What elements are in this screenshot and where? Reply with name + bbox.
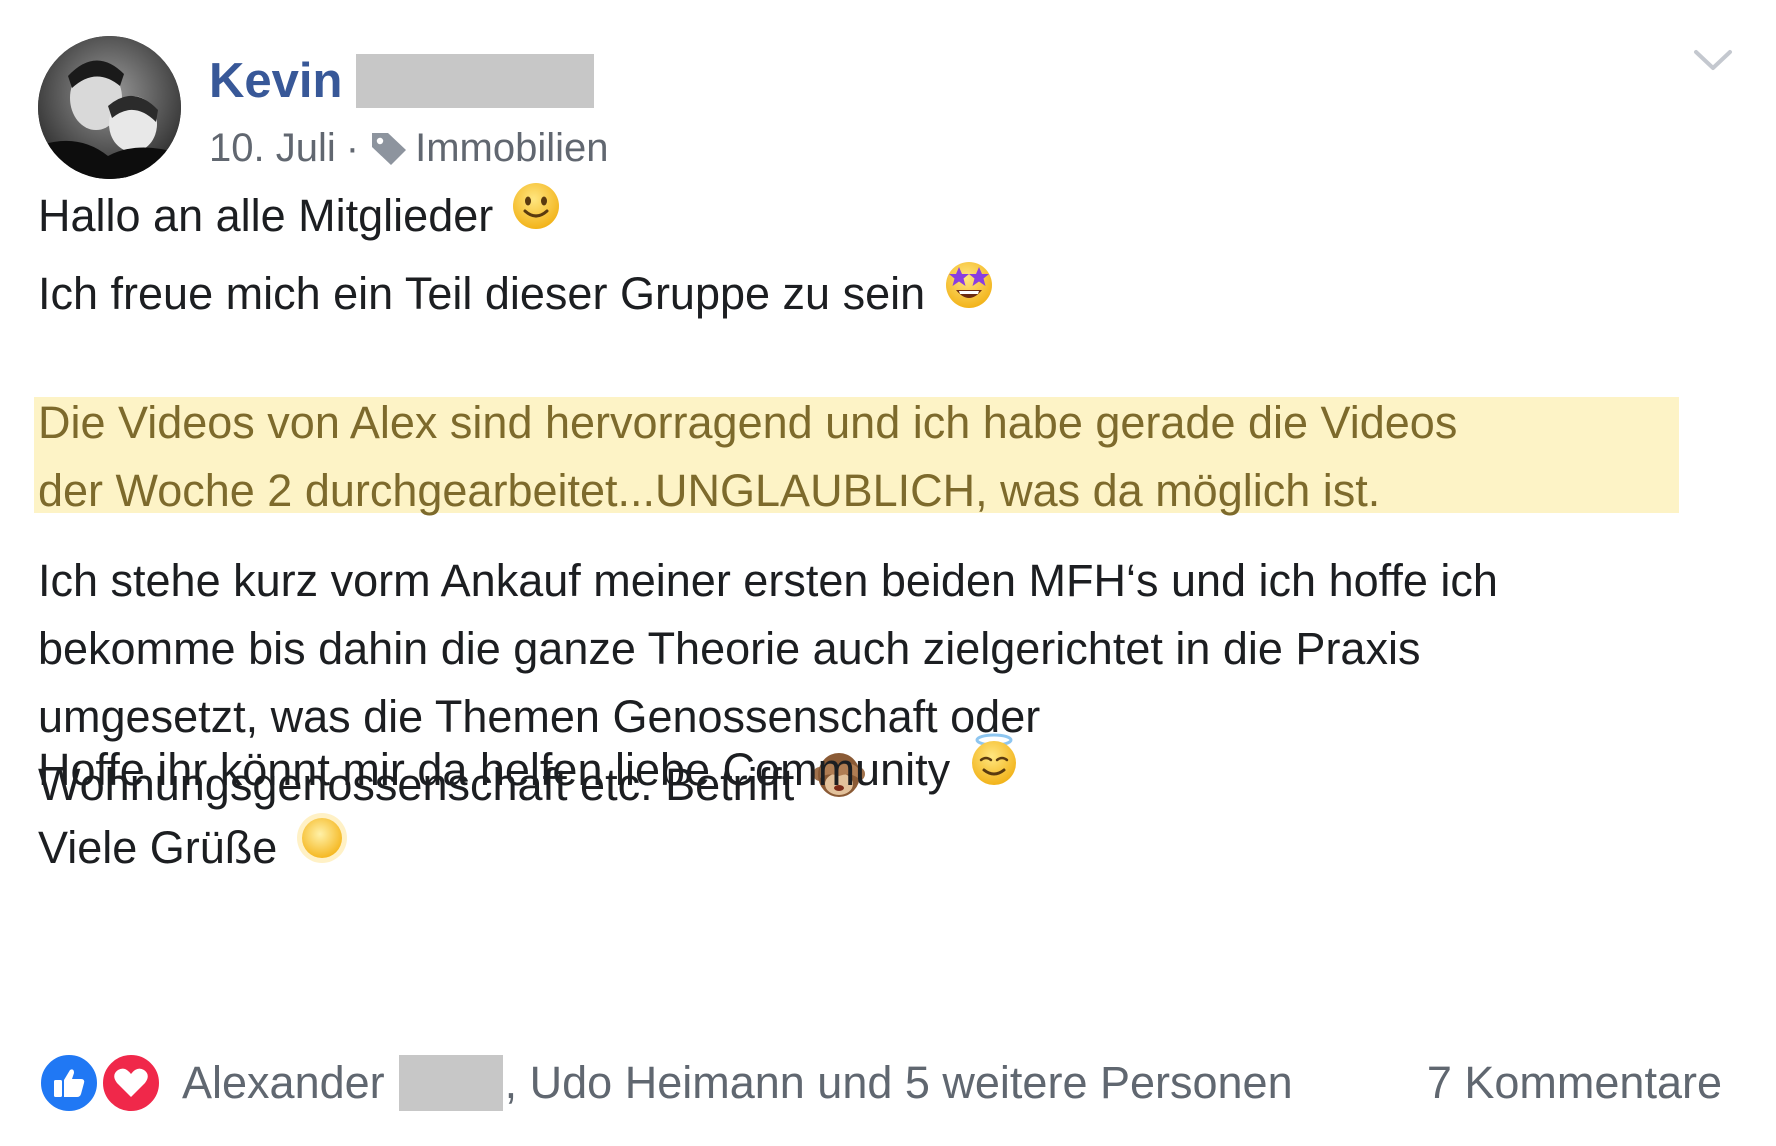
post-text: Die Videos von Alex sind hervorragend un…: [38, 397, 1458, 448]
post-paragraph-highlighted: Die Videos von Alex sind hervorragend un…: [38, 389, 1457, 525]
star-struck-icon: [943, 258, 995, 329]
post-paragraph-closing: Viele Grüße: [38, 811, 349, 888]
post-text: bekomme bis dahin die ganze Theorie auch…: [38, 623, 1421, 674]
post-text: Ich freue mich ein Teil dieser Gruppe zu…: [38, 268, 926, 319]
post-date[interactable]: 10. Juli: [209, 124, 336, 172]
slightly-smiling-face-icon: [511, 181, 561, 250]
love-reaction-icon: [100, 1052, 162, 1114]
post-text: der Woche 2 durchgearbeitet...UNGLAUBLIC…: [38, 465, 1381, 516]
liker-first-name: Alexander: [182, 1057, 385, 1108]
author-name[interactable]: Kevin: [209, 52, 342, 110]
post-paragraph-greeting: Hallo an alle Mitglieder: [38, 182, 561, 254]
redacted-liker-surname: [398, 1055, 503, 1111]
redacted-surname: [356, 54, 595, 108]
like-reaction-icon: [38, 1052, 100, 1114]
post-text: Viele Grüße: [38, 822, 278, 873]
post-topic[interactable]: Immobilien: [415, 124, 608, 172]
post-options-chevron-icon[interactable]: [1690, 44, 1736, 78]
tag-icon: [369, 129, 409, 167]
meta-separator: ·: [345, 126, 360, 170]
liker-rest: , Udo Heimann und 5 weitere Personen: [504, 1057, 1293, 1108]
sun-icon: [295, 811, 349, 884]
author-avatar[interactable]: [38, 36, 181, 179]
reaction-icons[interactable]: [38, 1052, 168, 1114]
post-text: Hallo an alle Mitglieder: [38, 190, 494, 241]
comments-count-link[interactable]: 7 Kommentare: [1427, 1054, 1722, 1112]
smiling-face-with-halo-icon: [968, 733, 1020, 806]
post-text: Hoffe ihr könnt mir da helfen liebe Comm…: [38, 744, 951, 795]
post-paragraph-request: Hoffe ihr könnt mir da helfen liebe Comm…: [38, 733, 1020, 810]
post-text: Ich stehe kurz vorm Ankauf meiner ersten…: [38, 555, 1498, 606]
reaction-summary[interactable]: Alexander , Udo Heimann und 5 weitere Pe…: [182, 1054, 1293, 1112]
post-paragraph-intro: Ich freue mich ein Teil dieser Gruppe zu…: [38, 260, 995, 333]
author-line: Kevin: [209, 52, 595, 110]
facebook-post: Kevin 10. Juli · Immobilien Hallo an all…: [0, 0, 1776, 1146]
post-footer: Alexander , Udo Heimann und 5 weitere Pe…: [38, 1050, 1738, 1116]
post-meta: 10. Juli · Immobilien: [209, 124, 608, 172]
avatar-photo: [38, 36, 181, 179]
